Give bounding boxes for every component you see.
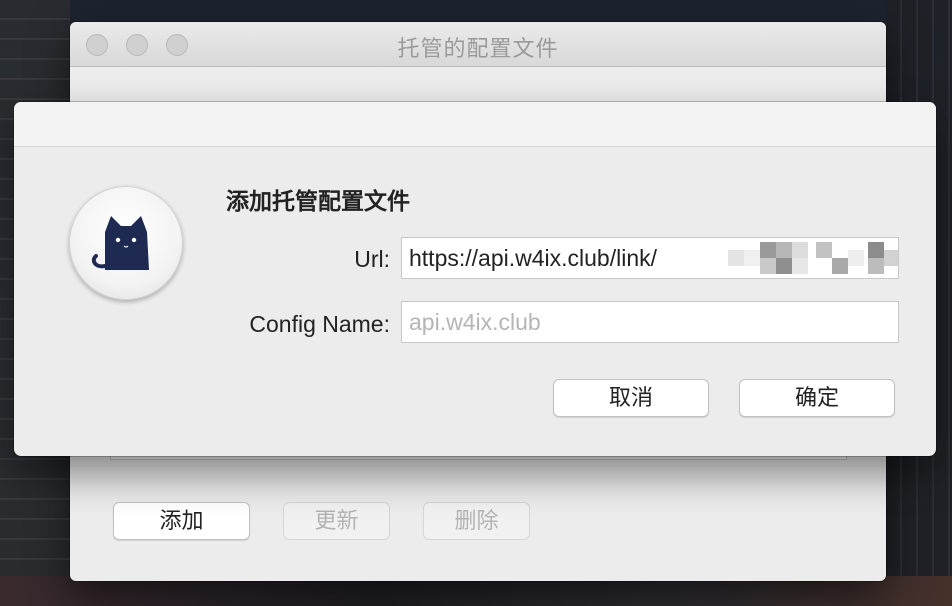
dialog-header-strip [14, 102, 936, 147]
window-titlebar: 托管的配置文件 [70, 22, 886, 67]
url-label: Url: [354, 246, 390, 272]
cancel-button[interactable]: 取消 [553, 379, 709, 417]
dialog-title: 添加托管配置文件 [226, 188, 410, 214]
config-name-field[interactable]: api.w4ix.club [401, 301, 899, 343]
delete-button[interactable]: 删除 [423, 502, 530, 540]
update-button[interactable]: 更新 [283, 502, 390, 540]
redacted-url-part [720, 238, 898, 278]
ok-button[interactable]: 确定 [739, 379, 895, 417]
config-name-placeholder: api.w4ix.club [409, 309, 541, 335]
url-field[interactable]: https://api.w4ix.club/link/ [401, 237, 899, 279]
black-cat-icon [91, 216, 149, 270]
add-button[interactable]: 添加 [113, 502, 250, 540]
app-icon [69, 186, 183, 300]
url-field-value: https://api.w4ix.club/link/ [409, 245, 658, 271]
config-name-label: Config Name: [249, 311, 390, 337]
window-title: 托管的配置文件 [397, 36, 559, 61]
add-config-dialog: 添加托管配置文件 Url: https://api.w4ix.club/link… [14, 102, 936, 456]
